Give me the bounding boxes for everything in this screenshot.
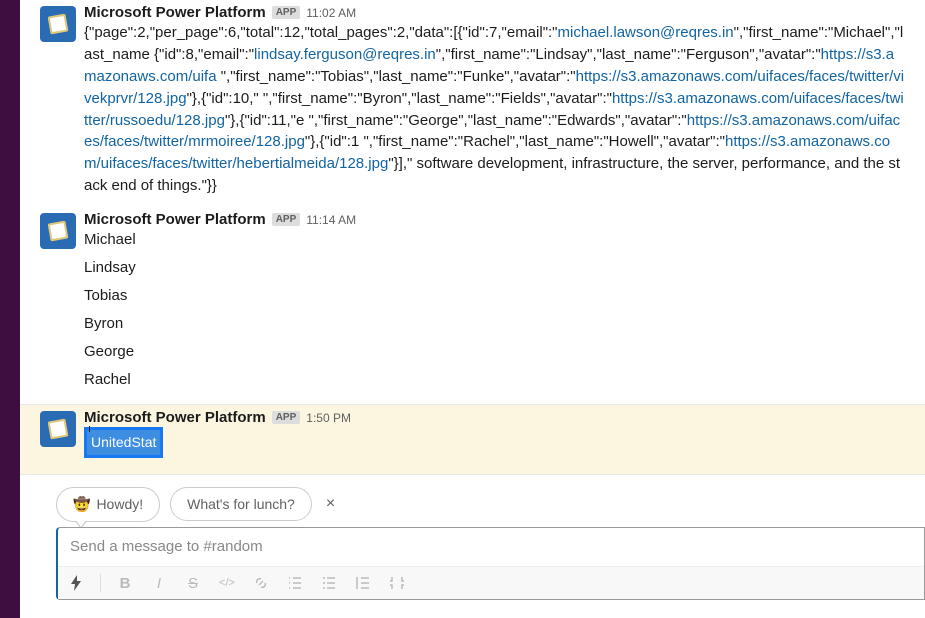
ordered-list-button[interactable] [285, 571, 305, 595]
json-text: "},{"id":1 [305, 133, 359, 150]
json-text: "},{"id":11,"e [225, 112, 304, 129]
sender-name: Microsoft Power Platform [84, 409, 266, 426]
app-badge: APP [272, 213, 301, 226]
list-item: George [84, 341, 905, 363]
toolbar-separator [100, 574, 101, 592]
link-button[interactable] [251, 571, 271, 595]
timestamp: 11:02 AM [306, 6, 356, 20]
list-item: Lindsay [84, 257, 905, 279]
json-text: ","first_name":"Rachel","last_name":"How… [363, 133, 725, 150]
codeblock-button[interactable] [387, 571, 407, 595]
bold-button[interactable]: B [115, 571, 135, 595]
sidebar-strip [0, 0, 20, 618]
ordered-list-icon [287, 575, 303, 591]
bolt-icon [69, 575, 83, 591]
sender-name: Microsoft Power Platform [84, 4, 266, 21]
json-text: ","first_name":"Tobias","last_name":"Fun… [221, 68, 576, 85]
blockquote-icon [355, 575, 371, 591]
messages-container: Microsoft Power Platform APP 11:02 AM {"… [20, 0, 925, 618]
message-item: Microsoft Power Platform APP 11:02 AM {"… [20, 0, 925, 201]
app-icon [46, 417, 70, 441]
message-header: Microsoft Power Platform APP 1:50 PM [84, 409, 905, 426]
suggestion-label: What's for lunch? [187, 496, 295, 512]
strikethrough-button[interactable]: S [183, 571, 203, 595]
json-text: ","first_name":"Byron","last_name":"Fiel… [263, 90, 612, 107]
json-text: {"page":2,"per_page":6,"total":12,"total… [84, 24, 558, 41]
json-text: ","first_name":"George","last_name":"Edw… [309, 112, 687, 129]
avatar [40, 213, 76, 249]
json-text: "},{"id":10," [187, 90, 259, 107]
suggestion-lunch[interactable]: What's for lunch? [170, 487, 312, 521]
italic-button[interactable]: I [149, 571, 169, 595]
message-item: Microsoft Power Platform APP 11:14 AM Mi… [20, 207, 925, 400]
suggestion-label: Howdy! [96, 496, 143, 512]
json-text: {"id":8,"email":" [154, 46, 254, 63]
list-item: Michael [84, 229, 905, 251]
list-item: Byron [84, 313, 905, 335]
message-content: Microsoft Power Platform APP 11:14 AM Mi… [84, 211, 905, 396]
app-icon [46, 12, 70, 36]
compose-input[interactable]: Send a message to #random [58, 528, 924, 566]
avatar [40, 411, 76, 447]
codeblock-icon [389, 575, 405, 591]
selected-text[interactable]: UnitedStat [84, 427, 163, 457]
email-link[interactable]: lindsay.ferguson@reqres.in [254, 46, 436, 63]
close-suggestions-button[interactable]: × [322, 495, 339, 513]
code-button[interactable]: </> [217, 571, 237, 595]
message-body: {"page":2,"per_page":6,"total":12,"total… [84, 22, 905, 197]
timestamp: 11:14 AM [306, 213, 356, 227]
email-link[interactable]: michael.lawson@reqres.in [558, 24, 734, 41]
json-text: ","first_name":"Lindsay","last_name":"Fe… [436, 46, 821, 63]
compose-area: Send a message to #random B I S </> [56, 527, 925, 600]
message-body: UnitedStat [84, 427, 905, 457]
bullet-list-icon [321, 575, 337, 591]
avatar [40, 6, 76, 42]
list-item: Tobias [84, 285, 905, 307]
shortcuts-button[interactable] [66, 571, 86, 595]
sender-name: Microsoft Power Platform [84, 211, 266, 228]
emoji-icon: 🤠 [73, 496, 90, 513]
message-item-highlighted: Microsoft Power Platform APP 1:50 PM Uni… [20, 404, 925, 474]
app-badge: APP [272, 6, 301, 19]
timestamp: 1:50 PM [306, 411, 351, 425]
link-icon [253, 575, 269, 591]
suggestion-howdy[interactable]: 🤠 Howdy! [56, 487, 160, 522]
compose-toolbar: B I S </> [58, 566, 924, 599]
list-item: Rachel [84, 369, 905, 391]
app-icon [46, 219, 70, 243]
json-text: "}]," [388, 155, 412, 172]
bullet-list-button[interactable] [319, 571, 339, 595]
blockquote-button[interactable] [353, 571, 373, 595]
message-content: Microsoft Power Platform APP 1:50 PM Uni… [84, 409, 905, 457]
message-body: Michael Lindsay Tobias Byron George Rach… [84, 229, 905, 390]
message-content: Microsoft Power Platform APP 11:02 AM {"… [84, 4, 905, 197]
code-icon: </> [219, 577, 235, 589]
message-header: Microsoft Power Platform APP 11:14 AM [84, 211, 905, 228]
message-header: Microsoft Power Platform APP 11:02 AM [84, 4, 905, 21]
app-badge: APP [272, 411, 301, 424]
